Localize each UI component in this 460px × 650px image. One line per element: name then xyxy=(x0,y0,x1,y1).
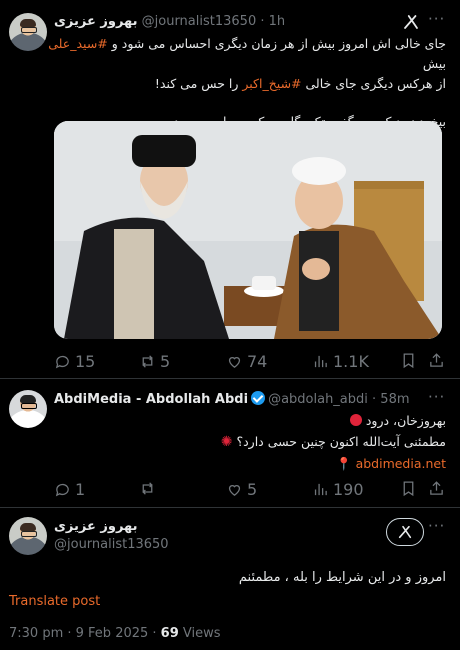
tweet-line: از هرکس دیگری جای خالی #شیخ_اکبر را حس م… xyxy=(154,76,446,91)
tweet-text: جای خالی اش امروز بیش از هر زمان دیگری ا… xyxy=(46,34,446,132)
author-block: بهروز عزیزی @journalist13650 xyxy=(54,519,169,552)
tweet-line: مطمئنی آیت‌الله اکنون چنین حسی دارد؟ ✺ xyxy=(220,434,446,450)
grok-icon[interactable] xyxy=(386,518,424,546)
like-count: 74 xyxy=(247,352,268,371)
reply-icon xyxy=(55,355,69,369)
reply-count: 1 xyxy=(75,480,86,499)
divider xyxy=(0,378,460,379)
views-count: 1.1K xyxy=(333,352,369,371)
bookmark-button[interactable] xyxy=(400,480,417,497)
reply-button[interactable]: 1 xyxy=(54,480,85,499)
views-icon xyxy=(314,483,327,496)
author-name[interactable]: بهروز عزیزی xyxy=(54,519,169,534)
repost-button[interactable] xyxy=(139,480,156,497)
hashtag-link[interactable]: #شیخ_اکبر xyxy=(242,76,301,91)
like-button[interactable]: 74 xyxy=(226,352,267,371)
repost-count: 5 xyxy=(160,352,171,371)
bookmark-button[interactable] xyxy=(400,352,417,369)
tweet-header: AbdiMedia - Abdollah Abdi @abdolah_abdi ·… xyxy=(54,391,410,407)
tweet-text: بهروزخان، درود مطمئنی آیت‌الله اکنون چنی… xyxy=(46,410,446,474)
verified-badge-icon xyxy=(251,391,266,405)
avatar[interactable] xyxy=(9,390,47,428)
like-icon xyxy=(228,357,241,368)
like-button[interactable]: 5 xyxy=(226,480,257,499)
views-icon xyxy=(314,355,327,368)
more-dots-icon[interactable]: ··· xyxy=(428,388,445,406)
tweet-text: امروز و در این شرایط را بله ، مطمئنم xyxy=(238,570,446,585)
views-button[interactable]: 1.1K xyxy=(312,352,369,371)
author-handle[interactable]: @journalist13650 xyxy=(142,14,257,29)
repost-icon xyxy=(142,482,153,495)
share-icon xyxy=(430,353,443,367)
tweet-header: بهروز عزیزی @journalist13650 · 1h xyxy=(54,14,285,29)
post-time[interactable]: · 1h xyxy=(260,14,285,29)
avatar[interactable] xyxy=(9,517,47,555)
reply-button[interactable]: 15 xyxy=(54,352,95,371)
repost-icon xyxy=(142,355,153,368)
views-count: 190 xyxy=(333,480,364,499)
post-photo[interactable] xyxy=(54,121,442,339)
views-count: 69 xyxy=(160,626,179,641)
post-time[interactable]: · 58m xyxy=(372,392,409,407)
post-timestamp[interactable]: 7:30 pm · 9 Feb 2025 · xyxy=(9,626,161,641)
anger-symbol-icon: ✺ xyxy=(220,434,233,450)
share-button[interactable] xyxy=(428,480,445,497)
tweet-line: abdimedia.net 📍 xyxy=(46,453,446,474)
share-button[interactable] xyxy=(428,352,445,369)
bookmark-icon xyxy=(403,481,414,497)
translate-post-link[interactable]: Translate post xyxy=(9,594,100,609)
hashtag-link[interactable]: #سید_علی xyxy=(48,36,108,51)
tweet-line: بهروزخان، درود xyxy=(46,410,446,431)
reply-icon xyxy=(55,483,69,497)
pin-icon: 📍 xyxy=(336,456,352,471)
views-label: Views xyxy=(178,626,221,641)
author-name[interactable]: بهروز عزیزی xyxy=(54,14,138,29)
like-icon xyxy=(228,485,241,496)
views-button[interactable]: 190 xyxy=(312,480,364,499)
author-handle[interactable]: @journalist13650 xyxy=(54,537,169,552)
repost-button[interactable]: 5 xyxy=(139,352,170,371)
red-circle-icon xyxy=(349,414,362,426)
external-link[interactable]: abdimedia.net xyxy=(356,456,446,471)
like-count: 5 xyxy=(247,480,258,499)
grok-icon[interactable] xyxy=(402,13,420,31)
share-icon xyxy=(430,481,443,495)
avatar[interactable] xyxy=(9,13,47,51)
tweet-line: جای خالی اش امروز بیش از هر زمان دیگری ا… xyxy=(48,36,446,71)
divider xyxy=(0,507,460,508)
bookmark-icon xyxy=(403,353,414,369)
author-handle[interactable]: @abdolah_abdi xyxy=(268,392,368,407)
author-name[interactable]: AbdiMedia - Abdollah Abdi xyxy=(54,392,248,407)
post-meta: 7:30 pm · 9 Feb 2025 · 69 Views xyxy=(9,626,221,641)
reply-count: 15 xyxy=(75,352,96,371)
more-dots-icon[interactable]: ··· xyxy=(428,10,445,28)
more-dots-icon[interactable]: ··· xyxy=(428,517,445,535)
